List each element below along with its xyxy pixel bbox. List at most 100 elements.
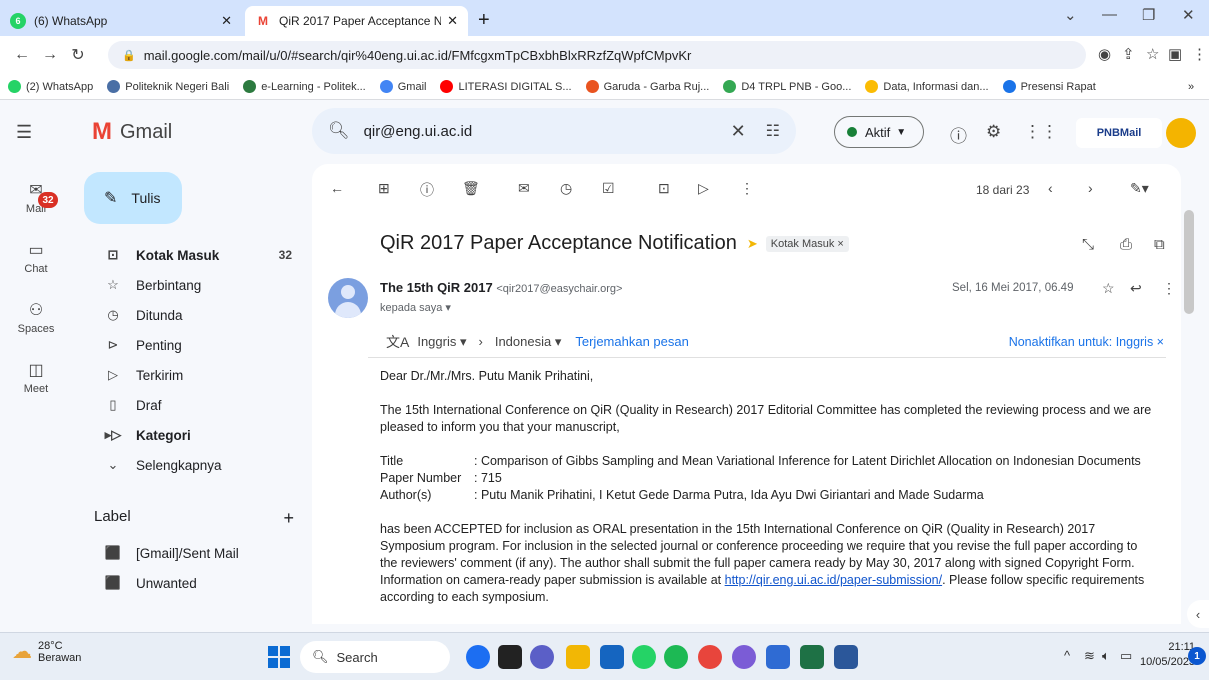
compose-button[interactable]: ✎ Tulis <box>84 172 182 224</box>
source-language-dropdown[interactable]: Inggris ▾ <box>417 334 466 350</box>
sender-avatar[interactable] <box>328 278 368 318</box>
expand-all-icon[interactable]: ⤡ <box>1082 236 1094 253</box>
forward-button[interactable]: → <box>36 46 64 64</box>
add-task-icon[interactable]: ☑ <box>602 180 615 197</box>
help-icon[interactable]: ⓘ <box>950 122 967 147</box>
bookmark-pnb[interactable]: Politeknik Negeri Bali <box>107 80 229 93</box>
label-chip-inbox[interactable]: Kotak Masuk × <box>765 235 849 252</box>
bookmark-elearning[interactable]: e-Learning - Politek... <box>243 80 366 93</box>
older-icon[interactable]: › <box>1088 180 1093 196</box>
reply-icon[interactable]: ↩ <box>1130 280 1142 297</box>
minimize-button[interactable]: — <box>1102 6 1117 23</box>
delete-icon[interactable]: 🗑︎ <box>462 180 480 197</box>
side-panel-toggle[interactable]: ‹ <box>1187 600 1209 628</box>
newer-icon[interactable]: ‹ <box>1048 180 1053 196</box>
more-icon[interactable]: ⋮ <box>1162 280 1176 297</box>
pnb-mail-logo[interactable]: PNBMail <box>1076 118 1162 148</box>
bookmark-d4trpl[interactable]: D4 TRPL PNB - Goo... <box>723 80 851 93</box>
search-icon[interactable]: 🔍︎ <box>328 121 350 141</box>
sender-name[interactable]: The 15th QiR 2017 <box>380 280 493 295</box>
sidebar-label-sent-mail[interactable]: ⬛ [Gmail]/Sent Mail <box>84 538 306 568</box>
bookmark-garuda[interactable]: Garuda - Garba Ruj... <box>585 80 709 93</box>
menu-icon[interactable]: ⋮ <box>1192 45 1207 63</box>
apps-icon[interactable]: ⋮⋮ <box>1024 122 1058 142</box>
bookmark-data[interactable]: Data, Informasi dan... <box>865 80 989 93</box>
back-button[interactable]: ← <box>8 46 36 64</box>
sidebar-item-sent[interactable]: ▷ Terkirim <box>84 360 306 390</box>
notepad-icon[interactable] <box>766 645 790 669</box>
start-button[interactable] <box>268 646 290 668</box>
open-new-window-icon[interactable]: ⧉ <box>1154 236 1165 253</box>
battery-icon[interactable]: ▭ <box>1120 648 1132 664</box>
archive-icon[interactable]: ⊞ <box>378 180 390 197</box>
new-tab-button[interactable]: + <box>478 9 490 32</box>
paper-submission-link[interactable]: http://qir.eng.ui.ac.id/paper-submission… <box>725 573 942 587</box>
reload-button[interactable]: ↻ <box>64 45 92 65</box>
settings-icon[interactable]: ⚙ <box>986 122 1001 142</box>
sidebar-item-more[interactable]: ⌄ Selengkapnya <box>84 450 306 480</box>
spotify-icon[interactable] <box>664 645 688 669</box>
sidebar-label-unwanted[interactable]: ⬛ Unwanted <box>84 568 306 598</box>
weather-widget[interactable]: ☁ 28°C Berawan <box>12 639 81 664</box>
eye-icon[interactable]: ◉ <box>1098 45 1111 63</box>
rail-chat[interactable]: ▭ Chat <box>0 240 72 275</box>
close-window-button[interactable]: ✕ <box>1182 6 1195 24</box>
sidebar-item-inbox[interactable]: ⊡ Kotak Masuk 32 <box>84 240 306 270</box>
lock-icon[interactable]: 🔒 <box>122 49 136 62</box>
bookmarks-overflow[interactable]: » <box>1188 81 1194 93</box>
chrome-icon[interactable] <box>698 645 722 669</box>
recipient-toggle[interactable]: kepada saya ▾ <box>380 301 451 314</box>
star-icon[interactable]: ☆ <box>1102 280 1115 297</box>
restore-button[interactable]: ❐ <box>1142 6 1155 24</box>
close-tab-icon[interactable]: ✕ <box>447 13 458 29</box>
chrome-profile-icon[interactable] <box>732 645 756 669</box>
account-avatar[interactable] <box>1166 118 1196 148</box>
sidebar-item-important[interactable]: ⊳ Penting <box>84 330 306 360</box>
sidebar-item-starred[interactable]: ☆ Berbintang <box>84 270 306 300</box>
input-tools-icon[interactable]: ✎▾ <box>1130 180 1149 197</box>
more-options-icon[interactable]: ⋮ <box>740 180 754 197</box>
whatsapp-icon[interactable] <box>632 645 656 669</box>
wifi-icon[interactable]: ≋ <box>1084 648 1095 664</box>
add-label-icon[interactable]: + <box>283 508 294 529</box>
clear-search-icon[interactable]: ✕ <box>731 121 746 142</box>
tab-gmail[interactable]: M QiR 2017 Paper Acceptance Notifi ✕ <box>245 6 468 36</box>
search-bar[interactable]: 🔍︎ qir@eng.ui.ac.id ✕ ☷ <box>312 108 796 154</box>
disable-translation-link[interactable]: Nonaktifkan untuk: Inggris × <box>1009 335 1164 349</box>
tab-search-icon[interactable]: ⌄ <box>1064 6 1077 24</box>
scrollbar-thumb[interactable] <box>1184 210 1194 314</box>
bookmark-literasi[interactable]: LITERASI DIGITAL S... <box>440 80 572 93</box>
excel-icon[interactable] <box>800 645 824 669</box>
label-icon[interactable]: ▷ <box>698 180 709 197</box>
search-input[interactable]: qir@eng.ui.ac.id <box>364 123 731 140</box>
taskbar-search[interactable]: 🔍︎ Search <box>300 641 450 673</box>
word-icon[interactable] <box>834 645 858 669</box>
sidebar-icon[interactable]: ▣ <box>1168 45 1182 63</box>
search-options-icon[interactable]: ☷ <box>766 121 780 141</box>
volume-icon[interactable]: 🔈︎ <box>1102 648 1110 664</box>
back-to-list-icon[interactable]: ← <box>330 180 344 196</box>
file-explorer-icon[interactable] <box>566 645 590 669</box>
tab-whatsapp[interactable]: 6 (6) WhatsApp ✕ <box>0 6 242 36</box>
important-marker-icon[interactable]: ➤ <box>747 236 758 252</box>
sidebar-item-snoozed[interactable]: ◷ Ditunda <box>84 300 306 330</box>
mark-unread-icon[interactable]: ✉ <box>518 180 530 197</box>
translate-message-link[interactable]: Terjemahkan pesan <box>575 334 688 349</box>
sidebar-item-drafts[interactable]: ▯ Draf <box>84 390 306 420</box>
bookmark-whatsapp[interactable]: (2) WhatsApp <box>8 80 93 93</box>
snooze-icon[interactable]: ◷ <box>560 180 572 197</box>
share-icon[interactable]: ⇪ <box>1122 45 1135 63</box>
task-view-icon[interactable] <box>498 645 522 669</box>
rail-meet[interactable]: ◫ Meet <box>0 360 72 395</box>
notification-badge[interactable]: 1 <box>1188 647 1206 665</box>
report-spam-icon[interactable]: ⓘ <box>420 180 434 200</box>
mail-app-icon[interactable] <box>600 645 624 669</box>
rail-spaces[interactable]: ⚇ Spaces <box>0 300 72 335</box>
close-tab-icon[interactable]: ✕ <box>221 13 232 29</box>
address-bar[interactable]: 🔒 mail.google.com/mail/u/0/#search/qir%4… <box>108 41 1086 69</box>
sidebar-item-categories[interactable]: ▸▷ Kategori <box>84 420 306 450</box>
bookmark-gmail[interactable]: Gmail <box>379 80 426 93</box>
main-menu-icon[interactable]: ☰ <box>16 122 32 143</box>
print-icon[interactable]: ⎙ <box>1120 236 1132 253</box>
taskbar-clock[interactable]: 21:11 10/05/2023 <box>1140 640 1195 670</box>
